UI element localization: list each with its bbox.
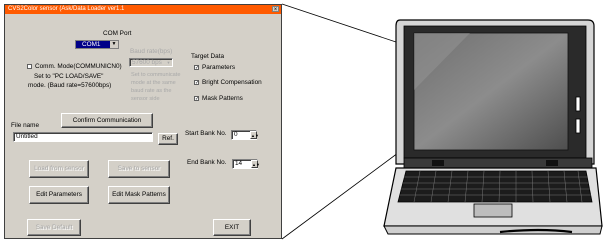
save-default-button: Save Default [27, 219, 81, 236]
data-loader-window: CVS2Color sensor (Ask/Data Loader ver1.1… [4, 4, 282, 239]
start-bank-label: Start Bank No. [185, 130, 227, 137]
save-to-sensor-label: Save to sensor [117, 165, 161, 172]
hinge [403, 157, 593, 169]
window-title: CVS2Color sensor (Ask/Data Loader ver1.1 [8, 6, 125, 12]
disabled-note-line3: baud rate as the [131, 88, 172, 94]
load-from-sensor-button: Load from sensor [29, 160, 89, 178]
disabled-note-line4: sensor side [131, 96, 160, 102]
target-data-label: Target Data [191, 53, 225, 60]
baud-rate-select: 57600 bps ▼ [129, 58, 173, 67]
edit-parameters-label: Edit Parameters [36, 191, 82, 198]
save-default-label: Save Default [35, 224, 73, 231]
bright-compensation-option-label: Bright Compensation [202, 79, 262, 86]
com-port-value: COM1 [82, 41, 101, 48]
ref-button[interactable]: Ref. [158, 133, 178, 145]
exit-label: EXIT [224, 224, 240, 231]
close-button[interactable]: × [272, 6, 279, 13]
hinge-clip [546, 160, 558, 166]
status-light-icon [575, 96, 581, 112]
disabled-note-line1: Set to communicate [131, 72, 181, 78]
disabled-note-line2: mode at the same [131, 80, 176, 86]
callout-line-bottom [281, 149, 403, 240]
laptop-base [383, 167, 603, 227]
baud-rate-value: 57600 bps [132, 59, 162, 66]
keyboard [397, 170, 593, 203]
end-bank-label: End Bank No. [187, 159, 227, 166]
save-to-sensor-button: Save to sensor [108, 160, 170, 178]
comm-mode-label: Comm. Mode(COMMUNICN0) [35, 63, 122, 70]
screen-glare [414, 33, 470, 90]
mask-patterns-checkbox[interactable]: ✓ [194, 96, 199, 102]
parameters-checkbox[interactable]: ✓ [194, 65, 199, 71]
front-edge [383, 225, 603, 235]
laptop-lid [395, 19, 595, 165]
file-name-input[interactable]: Untitled [13, 132, 153, 142]
screen-bezel [403, 25, 587, 159]
ref-button-label: Ref. [162, 135, 174, 142]
title-bar[interactable]: CVS2Color sensor (Ask/Data Loader ver1.1… [5, 5, 281, 14]
hinge-clip [432, 160, 444, 166]
comm-mode-note-line1: Set to "PC LOAD/SAVE" [34, 73, 104, 80]
comm-mode-checkbox[interactable] [27, 64, 32, 69]
com-port-label: COM Port [103, 30, 132, 37]
edit-mask-patterns-label: Edit Mask Patterns [112, 191, 166, 198]
bright-compensation-checkbox[interactable]: ✓ [194, 80, 199, 86]
chevron-down-icon: ▼ [166, 60, 171, 65]
file-name-label: File name [11, 122, 40, 129]
confirm-communication-label: Confirm Communication [72, 117, 142, 124]
start-bank-spinner-icon[interactable]: ▲▼ [250, 131, 259, 139]
edit-mask-patterns-button[interactable]: Edit Mask Patterns [108, 186, 170, 204]
trackpad [473, 203, 513, 218]
load-from-sensor-label: Load from sensor [34, 165, 84, 172]
end-bank-value: 14 [235, 160, 243, 167]
front-latch [499, 228, 573, 234]
confirm-communication-button[interactable]: Confirm Communication [61, 113, 153, 128]
edit-parameters-button[interactable]: Edit Parameters [29, 186, 89, 204]
mask-patterns-option-label: Mask Patterns [202, 95, 243, 102]
exit-button[interactable]: EXIT [213, 219, 251, 236]
chevron-down-icon[interactable]: ▼ [110, 41, 118, 48]
callout-line-top [281, 3, 403, 45]
baud-rate-label: Baud rate(bps) [130, 48, 173, 55]
status-light-icon [575, 118, 581, 134]
start-bank-value: 0 [234, 131, 238, 138]
parameters-option-label: Parameters [202, 64, 236, 71]
end-bank-spinner-icon[interactable]: ▲▼ [251, 160, 260, 168]
laptop-screen [413, 32, 569, 151]
file-name-value: Untitled [16, 133, 38, 140]
keyboard-keys [400, 170, 591, 203]
comm-mode-note-line2: mode. (Baud rate=57600bps) [28, 82, 112, 89]
com-port-select[interactable]: COM1 ▼ [75, 40, 119, 49]
